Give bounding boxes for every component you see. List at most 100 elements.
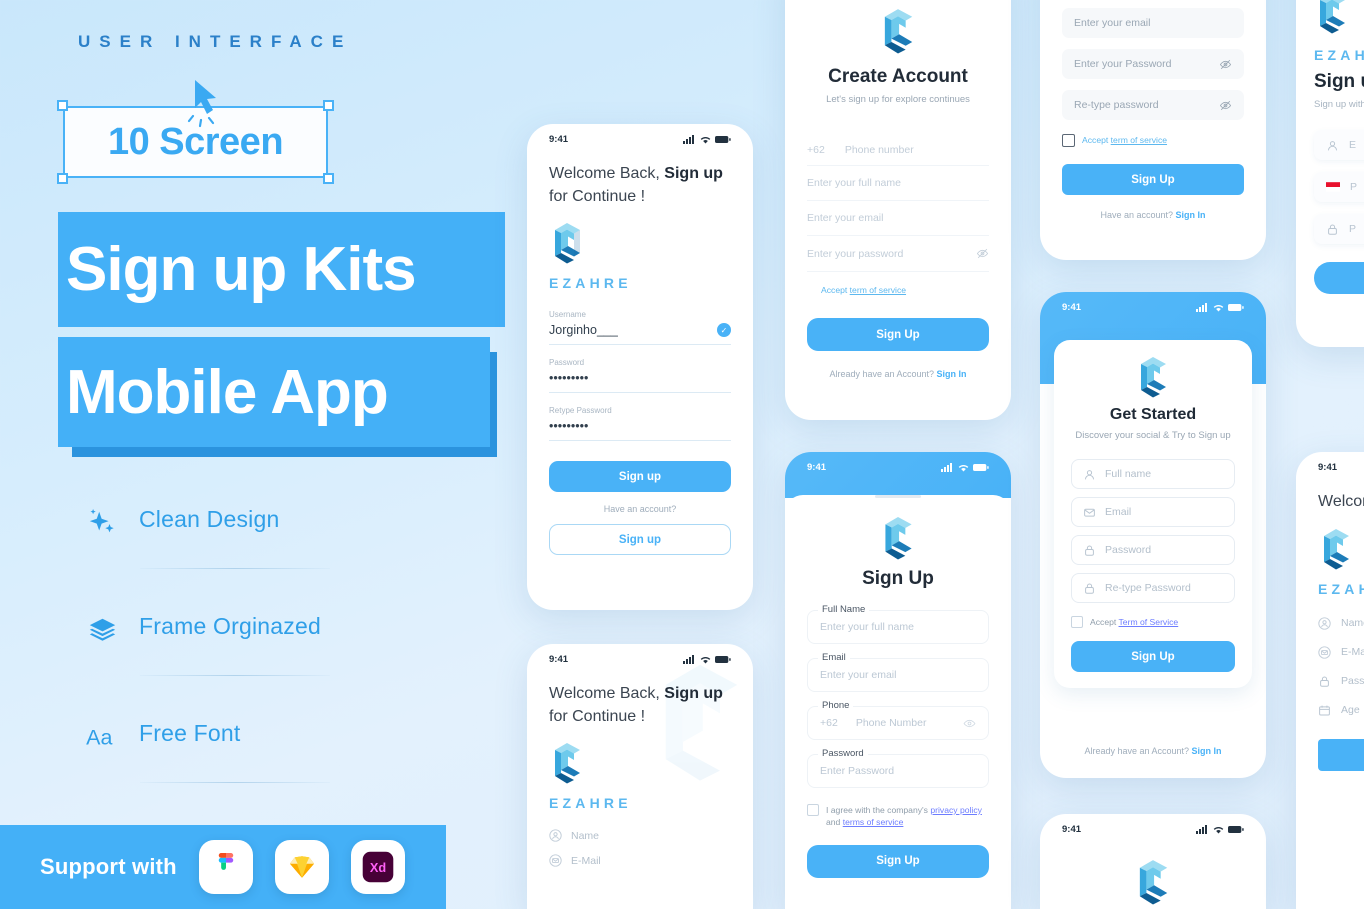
field-fullname[interactable]: Full name [1071, 459, 1235, 489]
field-retype-password[interactable]: Re-type Password [1071, 573, 1235, 603]
terms-of-service-link[interactable]: terms of service [843, 817, 904, 827]
sparkle-icon [85, 506, 119, 540]
kicker-text: USER INTERFACE [78, 32, 353, 51]
form-fields: Full name Email Password Re-type Passwor… [1054, 441, 1252, 673]
eye-off-icon[interactable] [1219, 58, 1232, 71]
field-username[interactable]: Username Jorginho___ ✓ [549, 297, 731, 346]
accept-checkbox[interactable] [1062, 134, 1075, 147]
field-label: Password [549, 358, 585, 368]
eye-off-icon[interactable] [976, 247, 989, 260]
feature-label: Free Font [139, 720, 241, 746]
field-fullname[interactable]: Full Name Enter your full name [807, 604, 989, 644]
field-password[interactable]: Enter your Password [1062, 49, 1244, 79]
support-bar: Support with Xd [0, 825, 446, 909]
field-password[interactable]: Password Enter Password [807, 748, 989, 788]
field-retype-password[interactable]: Re-type password [1062, 90, 1244, 120]
field-password[interactable]: P [1314, 214, 1364, 244]
agree-terms-row[interactable]: I agree with the company's privacy polic… [807, 788, 989, 829]
signin-link[interactable]: Sign In [1192, 746, 1222, 756]
footer-note: Have an account? Sign In [1062, 195, 1244, 220]
brand-name: EZAHRE [1314, 47, 1364, 63]
signal-icon [683, 135, 694, 144]
field-email[interactable]: E [1314, 130, 1364, 160]
field-email[interactable]: E-Mail [1318, 646, 1364, 675]
field-name[interactable]: Name [1318, 617, 1364, 646]
status-time: 9:41 [1318, 462, 1338, 473]
field-email[interactable]: Enter your email [807, 201, 989, 236]
signin-link[interactable]: Sign In [1176, 210, 1206, 220]
screen-right-welcome: 9:41 Welcomup for C EZAHRE Name E-Mail P… [1296, 452, 1364, 909]
resize-handle-top-left[interactable] [57, 100, 68, 111]
signup-primary-button[interactable]: Sign Up [807, 844, 989, 878]
figma-logo[interactable] [198, 840, 253, 894]
field-password[interactable]: Enter your password [807, 236, 989, 272]
form-fields: Name E-Mail Passw Age [1296, 597, 1364, 771]
svg-text:Aa: Aa [86, 725, 112, 749]
screen-welcome-icons: 9:41 Welcome Back, Sign up for Continue … [527, 644, 753, 909]
welcome-text-b: Sign up [664, 165, 723, 182]
headline-band-1: Sign up Kits [58, 212, 505, 327]
field-placeholder: E-Mail [1341, 646, 1364, 659]
sketch-logo[interactable] [274, 840, 329, 894]
terms-link[interactable]: term of service [850, 285, 906, 295]
resize-handle-bottom-right[interactable] [323, 173, 334, 184]
eye-icon[interactable] [963, 718, 976, 729]
accept-checkbox[interactable] [1071, 616, 1083, 629]
signup-primary-button[interactable]: Sign Up [1062, 164, 1244, 195]
signup-primary-button[interactable] [1314, 262, 1364, 294]
page-subtitle: Sign up with [1314, 99, 1364, 110]
field-email[interactable]: E-Mail [549, 854, 731, 868]
field-email[interactable]: Email [1071, 497, 1235, 527]
field-phone[interactable]: Phone +62 Phone Number [807, 700, 989, 740]
footer-note: Already have an Account? Sign In [1040, 746, 1266, 756]
signup-secondary-button[interactable]: Sign up [549, 524, 731, 556]
terms-link[interactable]: Term of Service [1119, 617, 1179, 627]
field-email[interactable]: Enter your email [1062, 8, 1244, 38]
welcome-heading: Welcomup for C [1296, 475, 1364, 514]
brand-name: EZAHRE [1318, 580, 1364, 597]
adobe-xd-logo[interactable]: Xd [350, 840, 405, 894]
brand-logo-mark [1296, 514, 1364, 575]
signup-primary-button[interactable]: Sign Up [807, 318, 989, 352]
field-placeholder: Passw [1341, 675, 1364, 688]
calendar-icon [1319, 705, 1330, 716]
agree-checkbox[interactable] [807, 804, 819, 816]
signup-primary-button[interactable] [1318, 738, 1364, 771]
resize-handle-top-right[interactable] [323, 100, 334, 111]
accept-terms-row[interactable]: Accept Term of Service [1071, 603, 1235, 629]
field-label: Phone [818, 700, 854, 711]
page-title: Create Account [828, 66, 968, 87]
field-phone[interactable]: P [1314, 172, 1364, 202]
field-age[interactable]: Age [1318, 704, 1364, 717]
brand-name: EZAHRE [549, 275, 632, 292]
field-password[interactable]: Passw [1318, 675, 1364, 704]
field-value: ••••••••• [549, 367, 731, 394]
brand-logo-mark [1054, 340, 1252, 398]
field-label: Username [549, 310, 586, 320]
battery-icon [1228, 304, 1244, 311]
accept-terms-row[interactable]: Accept term of service [1062, 120, 1244, 147]
page-title: Sign up [1314, 71, 1364, 92]
privacy-policy-link[interactable]: privacy policy [930, 805, 982, 815]
field-placeholder: Full name [1105, 468, 1152, 480]
field-phone[interactable]: +62 Phone number [807, 135, 989, 166]
accept-terms-row[interactable]: Accept term of service [807, 272, 989, 296]
welcome-text-a: Welcome Back, [549, 685, 665, 702]
welcome-heading: Welcome Back, Sign up for Continue ! [527, 667, 753, 728]
field-name[interactable]: Name [549, 829, 731, 854]
signup-primary-button[interactable]: Sign up [549, 461, 731, 493]
footer-text: Already have an Account? [1084, 746, 1192, 756]
signup-primary-button[interactable]: Sign Up [1071, 641, 1235, 673]
field-password[interactable]: Password ••••••••• [549, 345, 731, 394]
eye-off-icon[interactable] [1219, 99, 1232, 112]
feature-label: Frame Orginazed [139, 613, 321, 639]
field-fullname[interactable]: Enter your full name [807, 166, 989, 201]
resize-handle-bottom-left[interactable] [57, 173, 68, 184]
field-value: Jorginho___ [549, 319, 731, 346]
terms-link[interactable]: term of service [1111, 135, 1167, 145]
signin-link[interactable]: Sign In [937, 369, 967, 379]
field-placeholder: Enter your email [807, 212, 884, 224]
field-password[interactable]: Password [1071, 535, 1235, 565]
field-retype-password[interactable]: Retype Password ••••••••• [549, 393, 731, 442]
field-email[interactable]: Email Enter your email [807, 652, 989, 692]
